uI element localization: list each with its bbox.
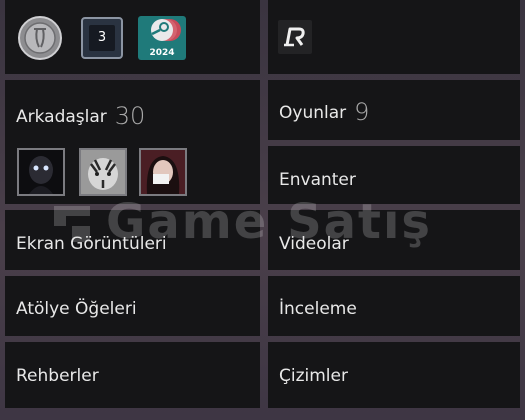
friends-panel[interactable]: Arkadaşlar 30 (5, 80, 260, 204)
level-number: 3 (89, 25, 115, 51)
artwork-link[interactable]: Çizimler (268, 342, 520, 408)
level-badge[interactable]: 3 (81, 17, 123, 59)
coin-badge[interactable] (17, 15, 63, 61)
friends-label: Arkadaşlar 30 (16, 102, 145, 130)
steam-year-badge[interactable]: 2024 (138, 16, 186, 60)
screenshots-link[interactable]: Ekran Görüntüleri (5, 210, 260, 270)
steam-year-text: 2024 (149, 48, 175, 58)
inventory-link[interactable]: Envanter (268, 146, 520, 204)
friends-count: 30 (114, 102, 146, 130)
workshop-label: Atölye Öğeleri (16, 299, 137, 319)
artwork-label: Çizimler (279, 366, 348, 386)
videos-label: Videolar (279, 234, 349, 254)
friend-avatar[interactable] (17, 148, 65, 196)
games-count: 9 (354, 98, 370, 126)
badges-panel: 3 2024 (5, 0, 260, 74)
guides-link[interactable]: Rehberler (5, 342, 260, 408)
games-title: Oyunlar (279, 103, 347, 123)
game-logo-icon (284, 27, 305, 47)
coin-icon (18, 16, 62, 60)
person-avatar-image (141, 150, 185, 194)
reviews-label: İnceleme (279, 299, 357, 319)
dark-figure-avatar-image (19, 150, 63, 194)
game-logo-badge[interactable] (278, 20, 312, 54)
inventory-label: Envanter (279, 170, 356, 190)
guides-label: Rehberler (16, 366, 99, 386)
games-label: Oyunlar 9 (279, 98, 369, 126)
games-panel[interactable]: Oyunlar 9 (268, 80, 520, 140)
friends-title: Arkadaşlar (16, 107, 107, 127)
game-logo-panel (268, 0, 520, 74)
tiger-avatar-image (81, 150, 125, 194)
videos-link[interactable]: Videolar (268, 210, 520, 270)
friend-avatar[interactable] (139, 148, 187, 196)
reviews-link[interactable]: İnceleme (268, 276, 520, 336)
steam-icon (151, 19, 181, 41)
screenshots-label: Ekran Görüntüleri (16, 234, 167, 254)
friend-avatar[interactable] (79, 148, 127, 196)
workshop-link[interactable]: Atölye Öğeleri (5, 276, 260, 336)
